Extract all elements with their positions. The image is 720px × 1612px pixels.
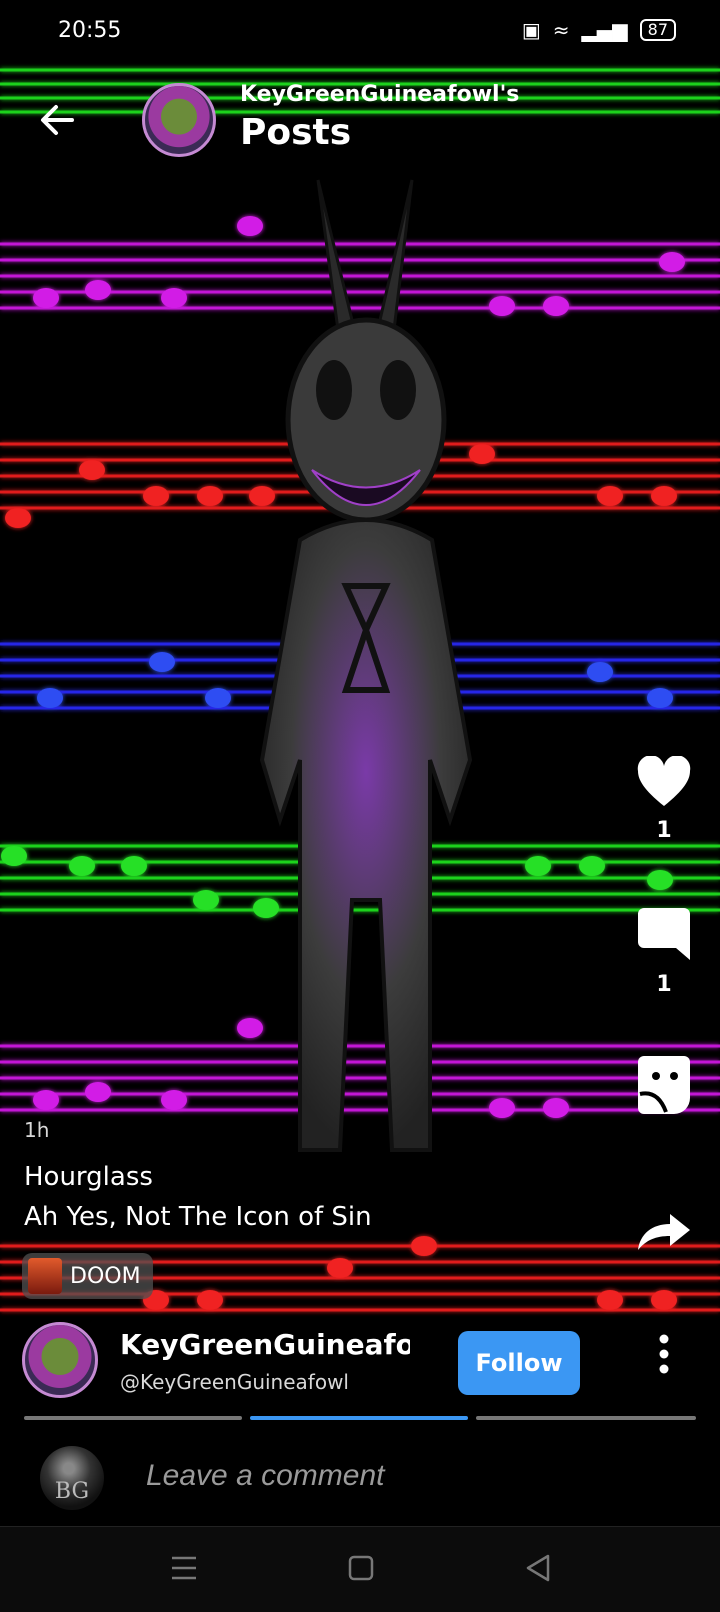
like-count: 1: [656, 818, 672, 843]
more-options-icon[interactable]: [654, 1334, 674, 1374]
header-username: KeyGreenGuineafowl's: [240, 82, 520, 107]
nfc-icon: ▣: [521, 18, 541, 42]
page-title: Posts: [240, 112, 352, 153]
comment-bubble-icon[interactable]: [636, 906, 692, 962]
post-image: [0, 68, 720, 1312]
post-time: 1h: [24, 1118, 50, 1142]
wifi-icon: ≈: [552, 18, 570, 42]
back-triangle-icon[interactable]: [518, 1548, 558, 1588]
like-action[interactable]: 1: [634, 755, 694, 843]
community-thumbnail: [28, 1258, 62, 1294]
comment-count: 1: [656, 972, 672, 997]
community-tag[interactable]: DOOM: [22, 1253, 153, 1299]
signal-icon: ▂▄▆: [581, 18, 628, 42]
comment-input[interactable]: [144, 1458, 668, 1494]
comment-avatar: BG: [40, 1446, 104, 1510]
author-name[interactable]: KeyGreenGuineafowl: [120, 1328, 410, 1361]
avatar[interactable]: [142, 83, 216, 157]
community-tag-label: DOOM: [70, 1263, 141, 1289]
comment-avatar-text: BG: [54, 1479, 90, 1504]
comment-action[interactable]: 1: [634, 906, 694, 997]
post-title: Hourglass: [24, 1162, 153, 1192]
share-arrow-icon[interactable]: [636, 1212, 692, 1252]
sticker-icon[interactable]: [636, 1054, 692, 1114]
heart-icon[interactable]: [636, 755, 692, 808]
post-body: Ah Yes, Not The Icon of Sin: [24, 1202, 372, 1232]
menu-icon[interactable]: [164, 1548, 204, 1588]
home-square-icon[interactable]: [341, 1548, 381, 1588]
status-icons: ▣ ≈ ▂▄▆ 87: [522, 18, 676, 42]
author-handle: @KeyGreenGuineafowl: [120, 1370, 349, 1394]
progress-segment: [476, 1416, 696, 1420]
share-action[interactable]: [634, 1212, 694, 1256]
sticker-action[interactable]: [634, 1054, 694, 1118]
battery-indicator: 87: [639, 19, 676, 41]
progress-segment-active: [250, 1416, 468, 1420]
follow-button[interactable]: Follow: [458, 1331, 580, 1395]
status-time: 20:55: [58, 18, 122, 43]
back-arrow-icon[interactable]: [36, 98, 80, 142]
progress-segment: [24, 1416, 242, 1420]
author-avatar[interactable]: [22, 1322, 98, 1398]
